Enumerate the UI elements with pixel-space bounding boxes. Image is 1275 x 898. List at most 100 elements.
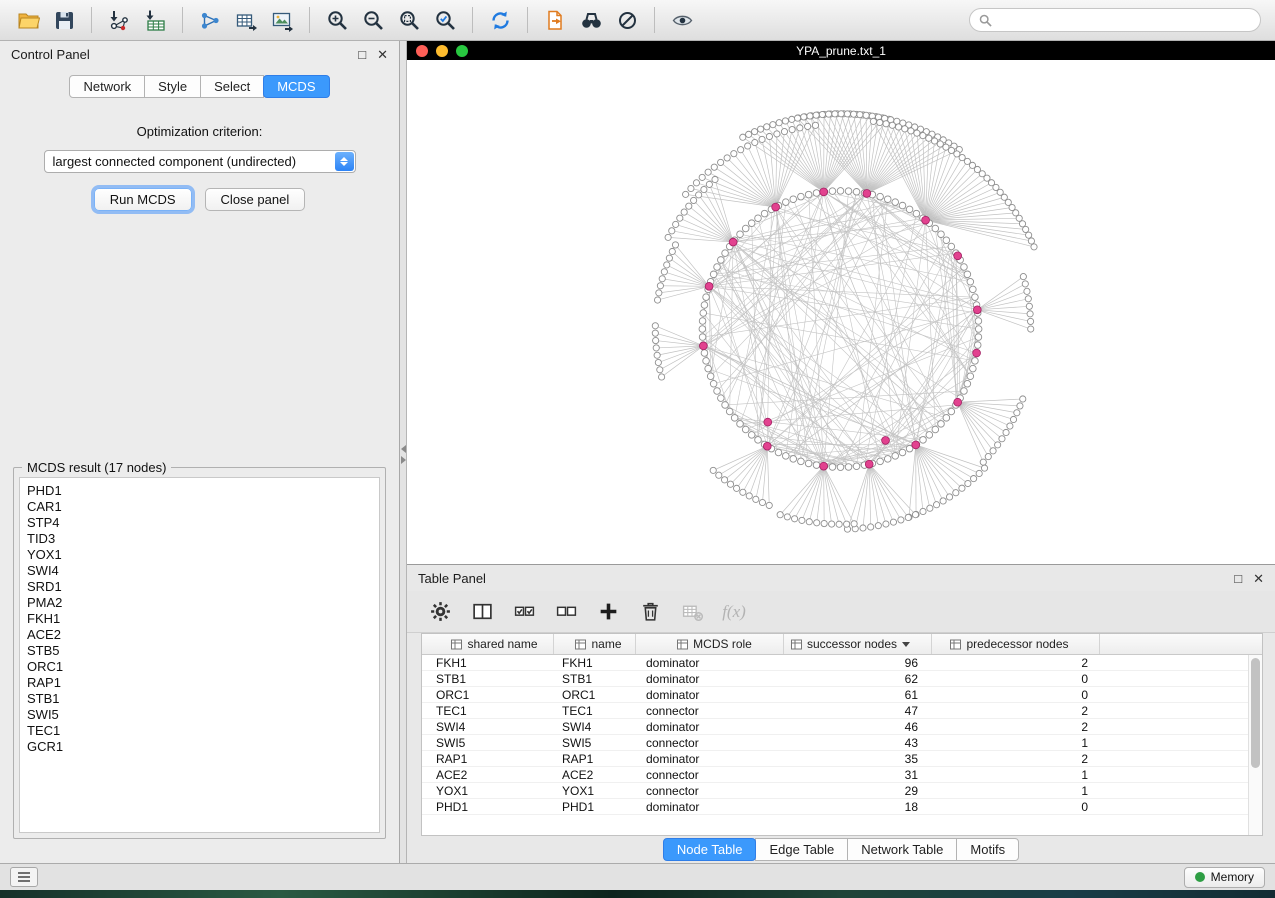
tab-style[interactable]: Style (144, 75, 201, 98)
search-input[interactable] (998, 12, 1251, 29)
list-icon (17, 871, 31, 883)
zoom-out-button[interactable] (355, 4, 391, 36)
table-row[interactable]: RAP1RAP1dominator352 (422, 751, 1248, 767)
panel-splitter[interactable] (400, 41, 407, 863)
table-cell: FKH1 (554, 655, 636, 670)
right-column: YPA_prune.txt_1 Table Panel □ ✕ (407, 41, 1275, 863)
column-header-name[interactable]: name (554, 634, 636, 654)
desktop-wallpaper-strip (0, 890, 1275, 898)
memory-button[interactable]: Memory (1184, 867, 1265, 888)
result-item[interactable]: TEC1 (27, 723, 372, 739)
export-image-button[interactable] (264, 4, 300, 36)
result-item[interactable]: SRD1 (27, 579, 372, 595)
save-session-button[interactable] (46, 4, 82, 36)
result-item[interactable]: CAR1 (27, 499, 372, 515)
zoom-fit-button[interactable] (391, 4, 427, 36)
tab-edge-table[interactable]: Edge Table (755, 838, 848, 861)
import-network-icon (108, 9, 131, 32)
tab-motifs[interactable]: Motifs (956, 838, 1019, 861)
table-cell: STB1 (554, 671, 636, 686)
apply-layout-button[interactable] (482, 4, 518, 36)
result-item[interactable]: SWI4 (27, 563, 372, 579)
mcds-result-list[interactable]: PHD1CAR1STP4TID3YOX1SWI4SRD1PMA2FKH1ACE2… (19, 477, 380, 833)
function-builder-button[interactable]: f(x) (717, 596, 751, 628)
column-layout-button[interactable] (465, 596, 499, 628)
main-toolbar (0, 0, 1275, 41)
column-header-shared-name[interactable]: shared name (422, 634, 554, 654)
result-item[interactable]: TID3 (27, 531, 372, 547)
table-row[interactable]: FKH1FKH1dominator962 (422, 655, 1248, 671)
delete-table-button[interactable] (675, 596, 709, 628)
export-table-button[interactable] (228, 4, 264, 36)
network-canvas[interactable] (407, 60, 1275, 564)
table-scrollbar[interactable] (1248, 655, 1262, 835)
result-item[interactable]: FKH1 (27, 611, 372, 627)
chevron-down-icon (902, 642, 910, 647)
network-window: YPA_prune.txt_1 (407, 41, 1275, 564)
close-panel-button[interactable]: Close panel (205, 188, 306, 211)
maximize-window-icon[interactable] (456, 45, 468, 57)
zoom-selected-icon (434, 9, 457, 32)
zoom-selected-button[interactable] (427, 4, 463, 36)
search-box[interactable] (969, 8, 1261, 32)
tab-network-table[interactable]: Network Table (847, 838, 957, 861)
select-all-columns-button[interactable] (507, 596, 541, 628)
create-column-button[interactable] (591, 596, 625, 628)
optimization-criterion-select[interactable]: largest connected component (undirected) (44, 150, 356, 173)
close-table-panel-icon[interactable]: ✕ (1253, 572, 1264, 585)
copy-style-button[interactable] (537, 4, 573, 36)
table-row[interactable]: YOX1YOX1connector291 (422, 783, 1248, 799)
unselect-all-columns-button[interactable] (549, 596, 583, 628)
table-cell: 1 (932, 735, 1100, 750)
table-row[interactable]: ORC1ORC1dominator610 (422, 687, 1248, 703)
result-item[interactable]: SWI5 (27, 707, 372, 723)
tab-network[interactable]: Network (69, 75, 145, 98)
import-table-button[interactable] (137, 4, 173, 36)
result-item[interactable]: YOX1 (27, 547, 372, 563)
table-row[interactable]: SWI5SWI5connector431 (422, 735, 1248, 751)
zoom-in-button[interactable] (319, 4, 355, 36)
show-details-button[interactable] (664, 4, 700, 36)
table-cell: 2 (932, 703, 1100, 718)
result-item[interactable]: PHD1 (27, 483, 372, 499)
result-item[interactable]: STB1 (27, 691, 372, 707)
find-button[interactable] (573, 4, 609, 36)
open-session-button[interactable] (10, 4, 46, 36)
task-history-button[interactable] (10, 867, 38, 887)
result-item[interactable]: STP4 (27, 515, 372, 531)
result-item[interactable]: ACE2 (27, 627, 372, 643)
table-row[interactable]: SWI4SWI4dominator462 (422, 719, 1248, 735)
table-row[interactable]: ACE2ACE2connector311 (422, 767, 1248, 783)
network-graph[interactable] (407, 60, 1275, 564)
import-network-button[interactable] (101, 4, 137, 36)
close-window-icon[interactable] (416, 45, 428, 57)
delete-column-button[interactable] (633, 596, 667, 628)
result-item[interactable]: ORC1 (27, 659, 372, 675)
network-edges (702, 191, 978, 467)
close-panel-icon[interactable]: ✕ (377, 48, 388, 61)
new-network-button[interactable] (192, 4, 228, 36)
table-row[interactable]: TEC1TEC1connector472 (422, 703, 1248, 719)
tab-select[interactable]: Select (200, 75, 264, 98)
table-cell: 2 (932, 719, 1100, 734)
table-row[interactable]: PHD1PHD1dominator180 (422, 799, 1248, 815)
result-item[interactable]: STB5 (27, 643, 372, 659)
run-mcds-button[interactable]: Run MCDS (94, 188, 192, 211)
float-table-panel-icon[interactable]: □ (1234, 572, 1242, 585)
splitter-handle-icon[interactable] (400, 445, 407, 464)
column-header-mcds-role[interactable]: MCDS role (636, 634, 784, 654)
result-item[interactable]: PMA2 (27, 595, 372, 611)
minimize-window-icon[interactable] (436, 45, 448, 57)
float-panel-icon[interactable]: □ (358, 48, 366, 61)
select-stepper-icon (335, 152, 354, 171)
column-header-successor-nodes[interactable]: successor nodes (784, 634, 932, 654)
column-header-predecessor-nodes[interactable]: predecessor nodes (932, 634, 1100, 654)
toggle-graphics-button[interactable] (609, 4, 645, 36)
table-cell: 62 (784, 671, 932, 686)
tab-node-table[interactable]: Node Table (663, 838, 757, 861)
tab-mcds[interactable]: MCDS (263, 75, 329, 98)
result-item[interactable]: GCR1 (27, 739, 372, 755)
table-row[interactable]: STB1STB1dominator620 (422, 671, 1248, 687)
result-item[interactable]: RAP1 (27, 675, 372, 691)
table-settings-button[interactable] (423, 596, 457, 628)
